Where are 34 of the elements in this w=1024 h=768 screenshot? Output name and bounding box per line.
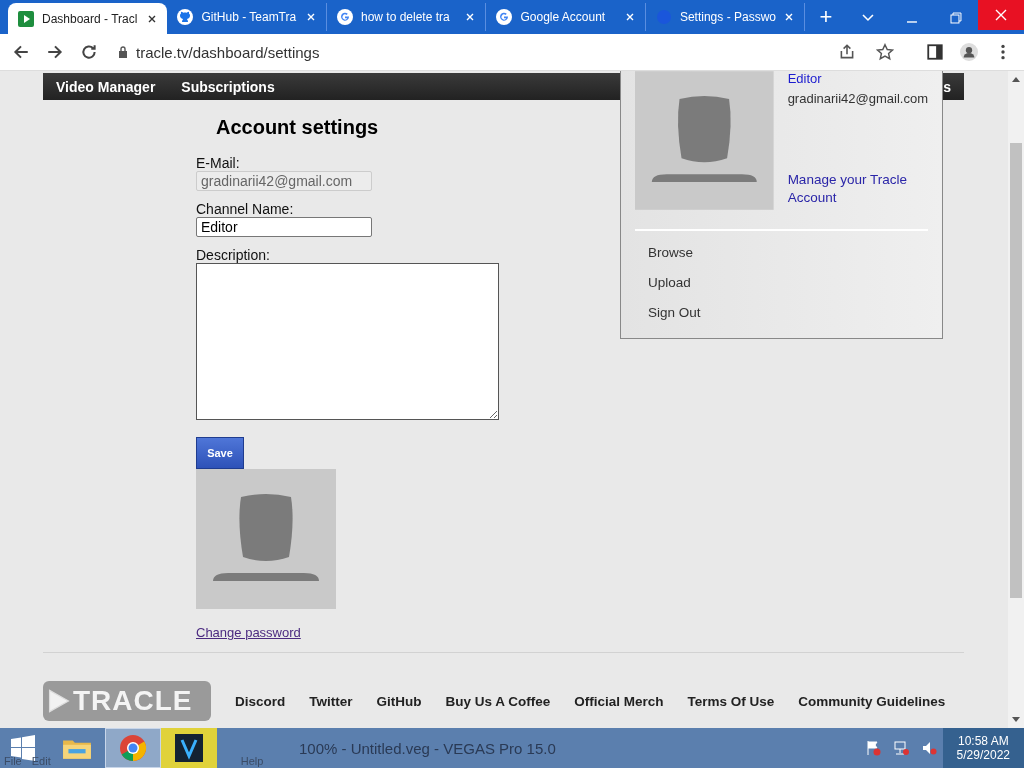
footer-link[interactable]: Official Merch — [574, 693, 664, 709]
account-email: gradinarii42@gmail.com — [787, 91, 928, 106]
nav-link[interactable]: Subscriptions — [181, 78, 275, 95]
footer-link[interactable]: GitHub — [376, 693, 422, 709]
save-button[interactable]: Save — [196, 437, 244, 469]
field-label: Description: — [196, 247, 270, 263]
clock-time[interactable]: 10:58 AM — [957, 734, 1009, 748]
change-password-link[interactable]: Change password — [196, 625, 301, 640]
footer-link[interactable]: Twitter — [309, 693, 353, 709]
menu-item[interactable]: Upload — [635, 268, 928, 298]
text-field[interactable]: Editor — [196, 217, 372, 237]
browser-tab[interactable]: how to delete tra — [326, 3, 487, 31]
address-field[interactable]: tracle.tv/dashboard/settings — [108, 38, 906, 66]
clock-date[interactable]: 5/29/2022 — [956, 748, 1010, 762]
new-tab-button[interactable]: + — [805, 4, 847, 30]
browser-tab[interactable]: Settings - Passwo — [645, 3, 806, 31]
menu-item[interactable]: Sign Out — [635, 298, 928, 328]
logo-text: TRACLE — [73, 685, 193, 717]
footer-link[interactable]: Buy Us A Coffee — [445, 693, 551, 709]
page-title: Account settings — [216, 116, 379, 139]
browser-tab[interactable]: Dashboard - Tracl — [8, 3, 168, 34]
nav-link[interactable]: s — [943, 78, 951, 95]
footer-link[interactable]: Discord — [235, 693, 286, 709]
field-label: E-Mail: — [196, 155, 240, 171]
manage-account-link[interactable]: Manage your Tracle Account — [787, 171, 918, 207]
field-label: Channel Name: — [196, 201, 294, 217]
nav-link[interactable]: Video Manager — [56, 78, 156, 95]
browser-tab[interactable]: Google Account — [486, 3, 646, 31]
browser-tab[interactable]: GitHub - TeamTra — [167, 3, 327, 31]
footer-link[interactable]: Terms Of Use — [687, 693, 775, 709]
menu-item[interactable]: Browse — [635, 238, 928, 268]
window-title: 100% - Untitled.veg - VEGAS Pro 15.0 — [299, 739, 556, 757]
channel-name[interactable]: Editor — [787, 71, 928, 86]
footer-link[interactable]: Community Guidelines — [798, 693, 946, 709]
